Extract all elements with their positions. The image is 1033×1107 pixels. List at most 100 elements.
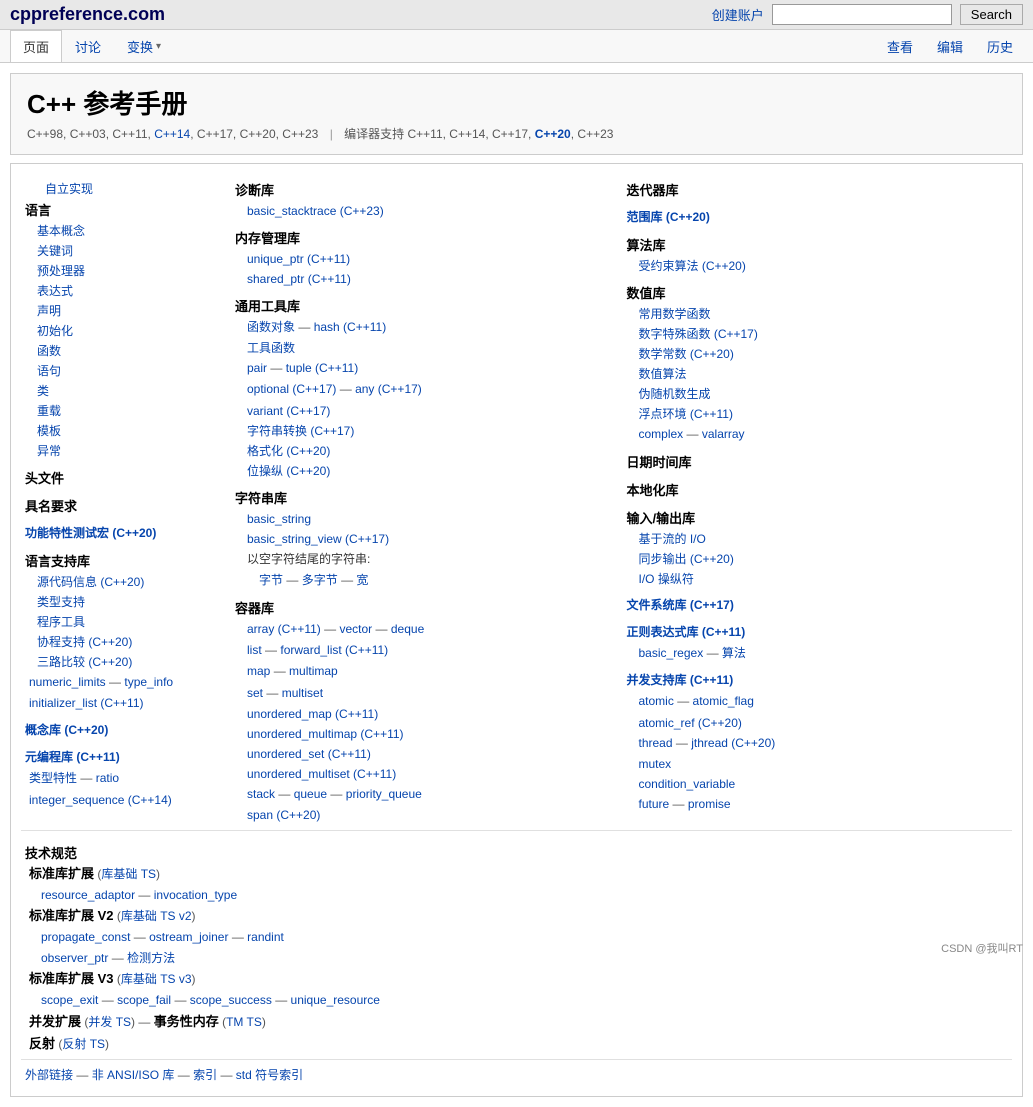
sync-output-link[interactable]: 同步输出 (C++20) (627, 550, 1009, 568)
propagate-const-link[interactable]: propagate_const (41, 930, 130, 944)
span-link[interactable]: span (C++20) (235, 806, 617, 824)
statements-link[interactable]: 语句 (25, 362, 225, 380)
external-links-link[interactable]: 外部链接 (25, 1068, 73, 1082)
byte-link[interactable]: 字节 (259, 573, 283, 587)
initializer-list-link[interactable]: initializer_list (C++11) (29, 696, 144, 710)
tab-page[interactable]: 页面 (10, 30, 62, 62)
observer-ptr-link[interactable]: observer_ptr (41, 951, 108, 965)
ostream-joiner-link[interactable]: ostream_joiner (149, 930, 228, 944)
optional-link[interactable]: optional (C++17) (247, 382, 336, 396)
special-funcs-link[interactable]: 数字特殊函数 (C++17) (627, 325, 1009, 343)
unique-resource-link[interactable]: unique_resource (291, 993, 380, 1007)
list-link[interactable]: list (247, 643, 262, 657)
preprocessor-link[interactable]: 预处理器 (25, 262, 225, 280)
math-constants-link[interactable]: 数学常数 (C++20) (627, 345, 1009, 363)
action-view[interactable]: 查看 (877, 32, 923, 61)
utility-funcs-link[interactable]: 工具函数 (235, 339, 617, 357)
deque-link[interactable]: deque (391, 622, 424, 636)
ratio-link[interactable]: ratio (96, 771, 119, 785)
regex-algo-link[interactable]: 算法 (722, 646, 746, 660)
tm-ts-link[interactable]: TM TS (226, 1015, 262, 1029)
condition-variable-link[interactable]: condition_variable (627, 775, 1009, 793)
source-info-link[interactable]: 源代码信息 (C++20) (25, 573, 225, 591)
metaprog-link[interactable]: 元编程库 (C++11) (25, 750, 120, 764)
wide-link[interactable]: 宽 (356, 573, 368, 587)
tab-discuss[interactable]: 讨论 (62, 30, 114, 62)
type-info-link[interactable]: type_info (124, 675, 173, 689)
tuple-link[interactable]: tuple (C++11) (286, 361, 359, 375)
hash-link[interactable]: hash (C++11) (314, 320, 387, 334)
concur-ts-link[interactable]: 并发 TS (88, 1015, 131, 1029)
feature-test-link[interactable]: 功能特性测试宏 (C++20) (25, 526, 156, 540)
tab-transform[interactable]: 变换 ▾ (114, 30, 174, 62)
variant-link[interactable]: variant (C++17) (235, 402, 617, 420)
reflection-ts-link[interactable]: 反射 TS (62, 1037, 105, 1051)
filesystem-link[interactable]: 文件系统库 (C++17) (627, 598, 734, 612)
range-link[interactable]: 范围库 (C++20) (627, 210, 710, 224)
type-traits-link[interactable]: 类型特性 (29, 771, 77, 785)
stream-io-link[interactable]: 基于流的 I/O (627, 530, 1009, 548)
set-link[interactable]: set (247, 686, 263, 700)
numeric-algo-link[interactable]: 数值算法 (627, 365, 1009, 383)
program-util-link[interactable]: 程序工具 (25, 613, 225, 631)
basic-regex-link[interactable]: basic_regex (639, 646, 704, 660)
concurrency-link[interactable]: 并发支持库 (C++11) (627, 673, 734, 687)
jthread-link[interactable]: jthread (C++20) (691, 736, 775, 750)
create-account-link[interactable]: 创建账户 (712, 5, 764, 24)
stacktrace-link[interactable]: basic_stacktrace (C++23) (235, 202, 617, 220)
action-history[interactable]: 历史 (977, 32, 1023, 61)
three-way-link[interactable]: 三路比较 (C++20) (25, 653, 225, 671)
keywords-link[interactable]: 关键词 (25, 242, 225, 260)
declarations-link[interactable]: 声明 (25, 302, 225, 320)
prng-link[interactable]: 伪随机数生成 (627, 385, 1009, 403)
complex-link[interactable]: complex (639, 427, 684, 441)
multimap-link[interactable]: multimap (289, 664, 338, 678)
array-link[interactable]: array (C++11) (247, 622, 321, 636)
regex-link[interactable]: 正则表达式库 (C++11) (627, 625, 746, 639)
queue-link[interactable]: queue (294, 787, 327, 801)
atomic-flag-link[interactable]: atomic_flag (693, 694, 754, 708)
search-input[interactable] (772, 4, 952, 25)
any-link[interactable]: any (C++17) (355, 382, 422, 396)
scope-fail-link[interactable]: scope_fail (117, 993, 171, 1007)
constrained-algo-link[interactable]: 受约束算法 (C++20) (627, 257, 1009, 275)
common-math-link[interactable]: 常用数学函数 (627, 305, 1009, 323)
unordered-map-link[interactable]: unordered_map (C++11) (235, 705, 617, 723)
bit-link[interactable]: 位操纵 (C++20) (235, 462, 617, 480)
self-impl-link[interactable]: 自立实现 (45, 182, 93, 196)
overload-link[interactable]: 重载 (25, 402, 225, 420)
non-ansi-link[interactable]: 非 ANSI/ISO 库 (92, 1068, 175, 1082)
basic-string-link[interactable]: basic_string (235, 510, 617, 528)
std-symbol-index-link[interactable]: std 符号索引 (236, 1068, 303, 1082)
coroutine-link[interactable]: 协程支持 (C++20) (25, 633, 225, 651)
scope-exit-link[interactable]: scope_exit (41, 993, 98, 1007)
float-env-link[interactable]: 浮点环境 (C++11) (627, 405, 1009, 423)
invocation-type-link[interactable]: invocation_type (154, 888, 237, 902)
numeric-limits-link[interactable]: numeric_limits (29, 675, 106, 689)
valarray-link[interactable]: valarray (702, 427, 745, 441)
shared-ptr-link[interactable]: shared_ptr (C++11) (235, 270, 617, 288)
funcobj-link[interactable]: 函数对象 (247, 320, 295, 334)
templates-link[interactable]: 模板 (25, 422, 225, 440)
unordered-multimap-link[interactable]: unordered_multimap (C++11) (235, 725, 617, 743)
mutex-link[interactable]: mutex (627, 755, 1009, 773)
map-link[interactable]: map (247, 664, 270, 678)
promise-link[interactable]: promise (688, 797, 731, 811)
lib-fund-ts-v2-link[interactable]: 库基础 TS v2 (121, 909, 192, 923)
thread-link[interactable]: thread (639, 736, 673, 750)
initialization-link[interactable]: 初始化 (25, 322, 225, 340)
atomic-ref-link[interactable]: atomic_ref (C++20) (627, 714, 1009, 732)
type-support-link[interactable]: 类型支持 (25, 593, 225, 611)
index-link[interactable]: 索引 (193, 1068, 217, 1082)
concepts-link[interactable]: 概念库 (C++20) (25, 723, 108, 737)
format-link[interactable]: 格式化 (C++20) (235, 442, 617, 460)
action-edit[interactable]: 编辑 (927, 32, 973, 61)
forward-list-link[interactable]: forward_list (C++11) (280, 643, 388, 657)
unordered-set-link[interactable]: unordered_set (C++11) (235, 745, 617, 763)
cpp20-compiler-link[interactable]: C++20 (535, 127, 571, 141)
expressions-link[interactable]: 表达式 (25, 282, 225, 300)
detect-link[interactable]: 检测方法 (127, 951, 175, 965)
resource-adaptor-link[interactable]: resource_adaptor (41, 888, 135, 902)
string-view-link[interactable]: basic_string_view (C++17) (235, 530, 617, 548)
functions-link[interactable]: 函数 (25, 342, 225, 360)
